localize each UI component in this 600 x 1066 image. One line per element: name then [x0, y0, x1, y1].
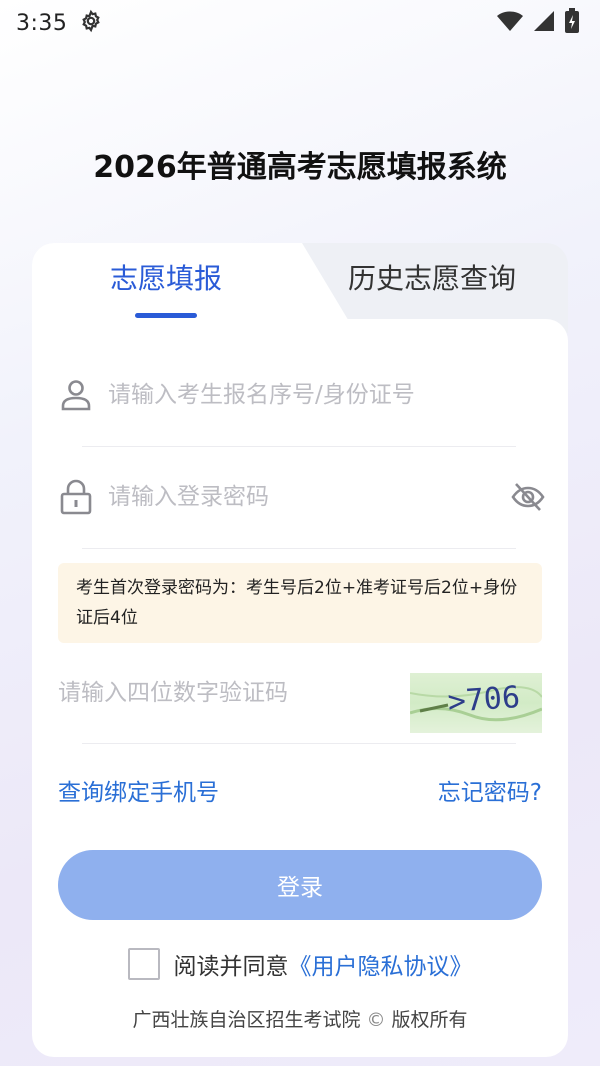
copyright-icon: © — [366, 1009, 386, 1031]
agreement-text-group: 阅读并同意《用户隐私协议》 — [174, 947, 473, 981]
password-hint: 考生首次登录密码为：考生号后2位+准考证号后2位+身份证后4位 — [58, 563, 542, 643]
status-left: 3:35 — [16, 9, 103, 37]
tab-history-query[interactable]: 历史志愿查询 — [332, 259, 532, 299]
signal-icon — [532, 9, 556, 37]
app-title: 2026年普通高考志愿填报系统 — [93, 150, 507, 185]
username-input[interactable] — [108, 382, 488, 408]
username-divider — [82, 446, 516, 447]
password-divider — [82, 548, 516, 549]
captcha-image[interactable]: >706 — [410, 673, 542, 733]
login-card: 志愿填报 历史志愿查询 请输入考生报名序号/身份证号 考生首次登录密码为：考生号… — [32, 243, 568, 1057]
settings-icon — [79, 9, 103, 37]
status-time: 3:35 — [16, 10, 68, 36]
captcha-input[interactable] — [58, 663, 398, 723]
footer: 广西壮族自治区招生考试院 © 版权所有 — [32, 1005, 568, 1032]
lock-icon — [56, 477, 96, 517]
wifi-icon — [496, 9, 524, 37]
username-field — [56, 365, 548, 425]
login-button[interactable]: 登录 — [58, 850, 542, 920]
password-input[interactable] — [108, 484, 488, 510]
footer-rights: 版权所有 — [391, 1009, 468, 1031]
agreement-checkbox[interactable] — [127, 948, 160, 980]
bind-phone-link[interactable]: 查询绑定手机号 — [58, 773, 219, 807]
captcha-divider — [82, 743, 516, 744]
footer-org: 广西壮族自治区招生考试院 — [132, 1009, 361, 1031]
battery-charging-icon — [564, 8, 580, 38]
active-tab-indicator — [135, 313, 197, 318]
password-field — [56, 467, 548, 527]
captcha-text: >706 — [447, 680, 522, 720]
status-bar: 3:35 — [0, 0, 600, 46]
eye-off-icon[interactable] — [508, 477, 548, 517]
forgot-password-link[interactable]: 忘记密码? — [438, 773, 542, 807]
agreement-row: 阅读并同意《用户隐私协议》 — [32, 947, 568, 981]
tab-fill-application[interactable]: 志愿填报 — [32, 259, 300, 299]
privacy-policy-link[interactable]: 《用户隐私协议》 — [289, 954, 473, 980]
agreement-text: 阅读并同意 — [173, 954, 289, 980]
user-icon — [56, 375, 96, 415]
status-right — [496, 8, 580, 38]
